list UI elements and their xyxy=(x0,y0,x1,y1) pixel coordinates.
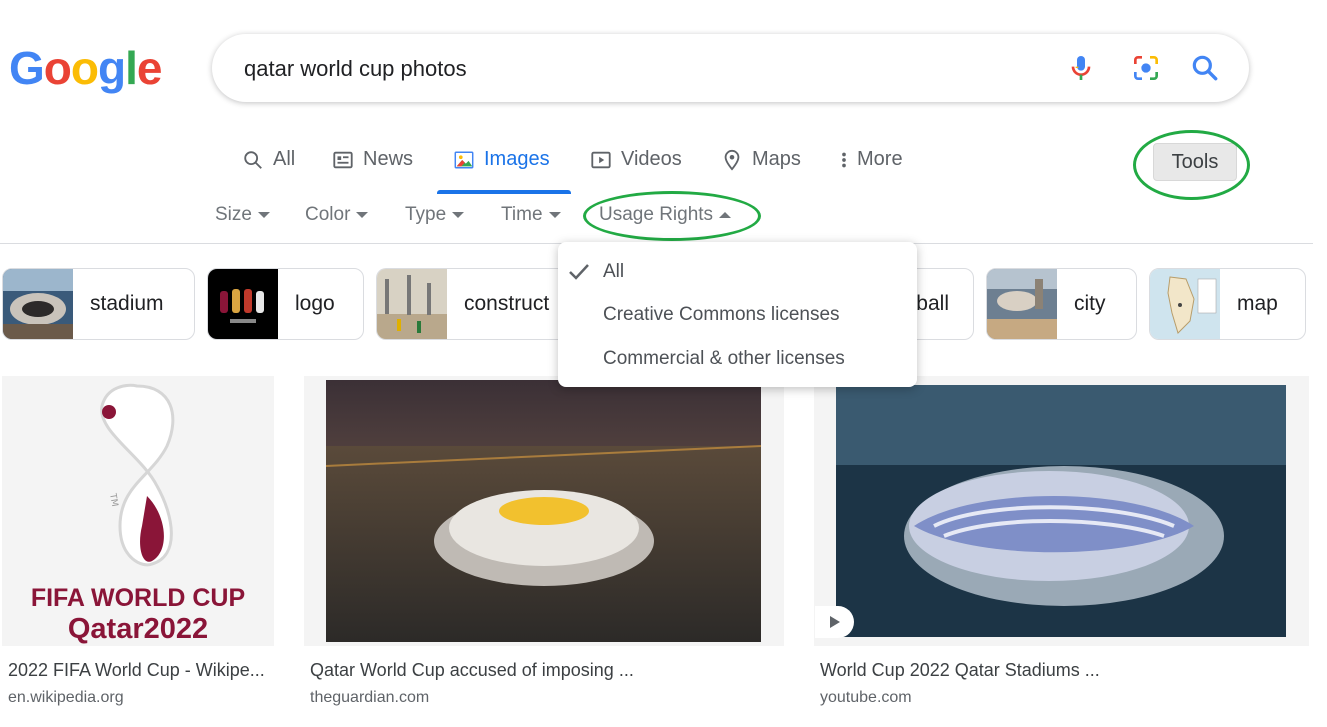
more-vert-icon xyxy=(842,152,846,168)
logo-letter: o xyxy=(70,42,99,94)
active-tab-indicator xyxy=(437,190,571,194)
search-box[interactable]: qatar world cup photos xyxy=(212,34,1249,102)
tab-label: News xyxy=(363,148,414,170)
tab-label: Images xyxy=(484,148,550,170)
filter-label: Usage Rights xyxy=(599,204,714,225)
play-icon xyxy=(829,616,840,628)
filter-color[interactable]: Color xyxy=(305,204,369,226)
chip-label: map xyxy=(1237,292,1278,315)
chip-city[interactable]: city xyxy=(986,268,1137,340)
tab-label: All xyxy=(273,148,296,170)
fifa-world-cup-text: FIFA WORLD CUP xyxy=(31,584,245,612)
result-source[interactable]: theguardian.com xyxy=(310,689,429,707)
tab-all[interactable]: All xyxy=(242,140,295,192)
logo-letter: l xyxy=(125,42,138,94)
chip-thumbnail xyxy=(1150,269,1220,339)
play-badge[interactable] xyxy=(815,606,854,638)
menu-item-commercial[interactable]: Commercial & other licenses xyxy=(603,348,845,370)
trademark-label: TM xyxy=(107,492,119,508)
chip-stadium[interactable]: stadium xyxy=(2,268,195,340)
chip-label: stadium xyxy=(90,292,164,315)
caret-down-icon xyxy=(452,212,465,218)
fifa-emblem: TM FIFA WORLD CUP Qatar2022 xyxy=(31,383,245,645)
chip-logo[interactable]: logo xyxy=(207,268,364,340)
chip-label: city xyxy=(1074,292,1106,315)
chip-thumbnail xyxy=(208,269,278,339)
usage-rights-menu: All Creative Commons licenses Commercial… xyxy=(558,242,917,387)
chip-map[interactable]: map xyxy=(1149,268,1306,340)
stadium-render xyxy=(836,385,1286,637)
result-source[interactable]: en.wikipedia.org xyxy=(8,689,124,707)
logo-letter: g xyxy=(98,42,126,94)
search-icon[interactable] xyxy=(1189,52,1221,84)
result-image-stadium-night[interactable] xyxy=(304,376,784,646)
camera-lens-icon[interactable] xyxy=(1130,52,1162,84)
map-pin-icon xyxy=(724,149,740,171)
result-title[interactable]: World Cup 2022 Qatar Stadiums ... xyxy=(820,660,1100,681)
filter-label: Color xyxy=(305,204,351,225)
result-title[interactable]: 2022 FIFA World Cup - Wikipe... xyxy=(8,660,265,681)
tab-more[interactable]: More xyxy=(836,140,903,192)
chip-label: construct xyxy=(464,292,550,315)
filter-size[interactable]: Size xyxy=(215,204,270,226)
caret-up-icon xyxy=(719,212,732,218)
news-icon xyxy=(333,151,353,169)
tab-label: Maps xyxy=(752,148,801,170)
search-icon xyxy=(244,151,262,169)
search-input[interactable]: qatar world cup photos xyxy=(244,56,467,82)
images-icon xyxy=(454,151,474,169)
video-icon xyxy=(591,151,611,169)
filter-type[interactable]: Type xyxy=(405,204,465,226)
chip-thumbnail xyxy=(377,269,447,339)
qatar-2022-text: Qatar2022 xyxy=(68,613,208,645)
tab-news[interactable]: News xyxy=(332,140,413,192)
tools-button[interactable]: Tools xyxy=(1153,143,1237,181)
result-title[interactable]: Qatar World Cup accused of imposing ... xyxy=(310,660,634,681)
tab-videos[interactable]: Videos xyxy=(590,140,682,192)
menu-item-all[interactable]: All xyxy=(603,261,624,283)
caret-down-icon xyxy=(356,212,369,218)
chip-thumbnail xyxy=(987,269,1057,339)
tab-label: More xyxy=(857,148,903,170)
logo-letter: G xyxy=(9,42,45,94)
result-image-stadium-render[interactable] xyxy=(814,376,1309,646)
filter-label: Time xyxy=(501,204,543,225)
result-source[interactable]: youtube.com xyxy=(820,689,912,707)
logo-letter: o xyxy=(43,42,72,94)
tab-images[interactable]: Images xyxy=(453,140,550,192)
chip-label: logo xyxy=(295,292,335,315)
checkmark-icon xyxy=(569,264,589,280)
filter-usage-rights[interactable]: Usage Rights xyxy=(599,204,732,226)
caret-down-icon xyxy=(257,212,270,218)
stadium-photo xyxy=(325,380,762,642)
filter-label: Type xyxy=(405,204,447,225)
tab-label: Videos xyxy=(621,148,682,170)
filter-label: Size xyxy=(215,204,252,225)
filter-time[interactable]: Time xyxy=(501,204,561,226)
menu-item-creative-commons[interactable]: Creative Commons licenses xyxy=(603,304,840,326)
result-image-fifa-logo[interactable]: TM FIFA WORLD CUP Qatar2022 xyxy=(2,376,274,646)
tab-maps[interactable]: Maps xyxy=(721,140,801,192)
logo-letter: e xyxy=(136,42,163,94)
chip-thumbnail xyxy=(3,269,73,339)
caret-down-icon xyxy=(548,212,561,218)
google-logo[interactable]: Google xyxy=(9,40,163,96)
microphone-icon[interactable] xyxy=(1065,52,1097,84)
